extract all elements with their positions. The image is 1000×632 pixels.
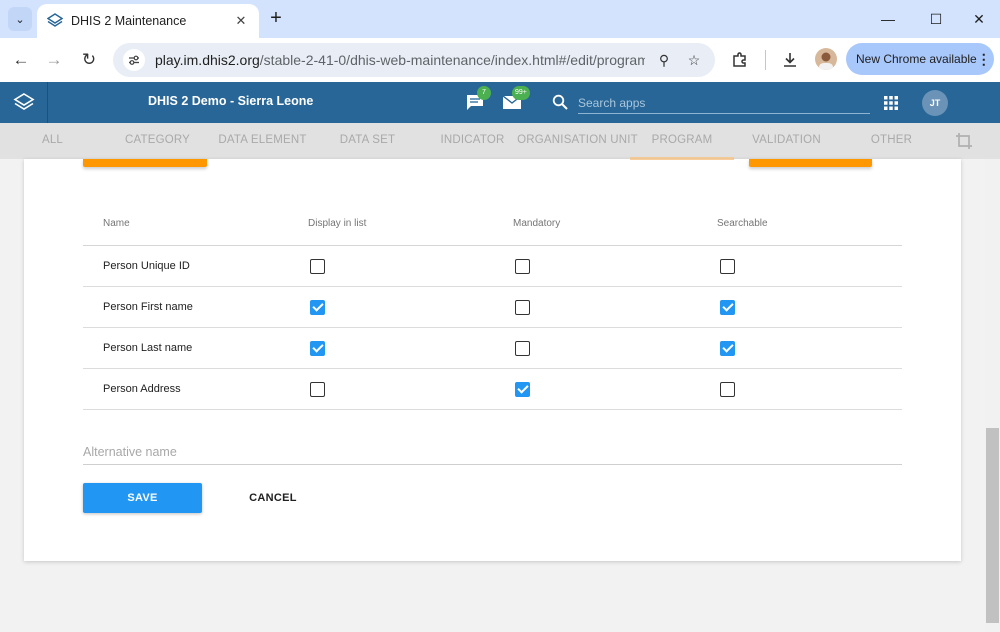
alternative-name-input[interactable] bbox=[83, 439, 902, 465]
attribute-name: Person First name bbox=[103, 301, 193, 313]
searchable-checkbox[interactable] bbox=[720, 300, 735, 315]
save-button[interactable]: SAVE bbox=[83, 483, 202, 513]
page-scrollbar-thumb[interactable] bbox=[986, 428, 999, 623]
crop-icon[interactable] bbox=[955, 132, 973, 150]
display-in-list-checkbox[interactable] bbox=[310, 300, 325, 315]
dhis2-favicon-icon bbox=[47, 13, 63, 27]
more-vert-icon: ⋮ bbox=[976, 50, 991, 67]
tab-all[interactable]: ALL bbox=[0, 123, 105, 159]
searchable-checkbox[interactable] bbox=[720, 341, 735, 356]
mandatory-checkbox[interactable] bbox=[515, 259, 530, 274]
forward-arrow-icon[interactable]: → bbox=[42, 48, 66, 72]
new-tab-button[interactable]: + bbox=[266, 8, 286, 28]
program-attributes-table: Name Display in list Mandatory Searchabl… bbox=[83, 203, 902, 410]
apps-grid-icon[interactable] bbox=[883, 95, 899, 111]
searchable-checkbox[interactable] bbox=[720, 382, 735, 397]
cancel-button[interactable]: CANCEL bbox=[232, 483, 314, 513]
dhis2-logo[interactable] bbox=[0, 82, 48, 123]
site-info-icon[interactable] bbox=[123, 49, 145, 71]
dhis2-header-bar: DHIS 2 Demo - Sierra Leone 7 99+ JT bbox=[0, 82, 1000, 123]
interpretations-badge: 7 bbox=[477, 86, 491, 100]
attribute-name: Person Unique ID bbox=[103, 260, 190, 272]
attribute-name: Person Address bbox=[103, 383, 181, 395]
table-row: Person Last name bbox=[83, 328, 902, 369]
display-in-list-checkbox[interactable] bbox=[310, 259, 325, 274]
program-attributes-card: Name Display in list Mandatory Searchabl… bbox=[24, 159, 961, 561]
browser-tab-strip: ⌄ DHIS 2 Maintenance ✕ + — ☐ ✕ bbox=[0, 0, 1000, 38]
tab-search-button[interactable]: ⌄ bbox=[8, 7, 32, 31]
reload-icon[interactable]: ↻ bbox=[77, 48, 101, 72]
chrome-update-button[interactable]: New Chrome available ⋮ bbox=[846, 43, 994, 75]
tab-category[interactable]: CATEGORY bbox=[105, 123, 210, 159]
zoom-search-icon[interactable]: ⚲ bbox=[653, 52, 675, 69]
mandatory-checkbox[interactable] bbox=[515, 382, 530, 397]
tab-indicator[interactable]: INDICATOR bbox=[420, 123, 525, 159]
window-close-icon[interactable]: ✕ bbox=[967, 8, 991, 30]
download-icon[interactable] bbox=[778, 48, 802, 72]
display-in-list-checkbox[interactable] bbox=[310, 341, 325, 356]
tab-data-element[interactable]: DATA ELEMENT bbox=[210, 123, 315, 159]
user-profile-avatar[interactable]: JT bbox=[922, 90, 948, 116]
minimize-icon[interactable]: — bbox=[876, 8, 900, 30]
extensions-puzzle-icon[interactable] bbox=[728, 48, 752, 72]
browser-tab-active[interactable]: DHIS 2 Maintenance ✕ bbox=[37, 4, 259, 38]
remove-attribute-button-edge[interactable] bbox=[749, 159, 872, 167]
table-row: Person Address bbox=[83, 369, 902, 410]
table-row: Person First name bbox=[83, 287, 902, 328]
close-icon[interactable]: ✕ bbox=[233, 13, 249, 29]
search-icon bbox=[552, 94, 568, 110]
tab-validation[interactable]: VALIDATION bbox=[734, 123, 839, 159]
address-bar[interactable]: play.im.dhis2.org/stable-2-41-0/dhis-web… bbox=[113, 43, 715, 77]
tab-other[interactable]: OTHER bbox=[839, 123, 944, 159]
browser-tab-title: DHIS 2 Maintenance bbox=[71, 14, 187, 28]
column-header-name: Name bbox=[103, 218, 130, 229]
column-header-mandatory: Mandatory bbox=[513, 218, 561, 229]
dhis2-logo-icon bbox=[12, 92, 35, 110]
maximize-icon[interactable]: ☐ bbox=[924, 8, 948, 30]
back-arrow-icon[interactable]: ← bbox=[9, 48, 33, 72]
tab-program[interactable]: PROGRAM bbox=[630, 123, 734, 159]
instance-title: DHIS 2 Demo - Sierra Leone bbox=[148, 94, 314, 108]
column-header-searchable: Searchable bbox=[717, 218, 768, 229]
app-search bbox=[552, 90, 872, 116]
messages-badge: 99+ bbox=[512, 86, 530, 100]
toolbar-divider bbox=[765, 50, 766, 70]
assign-attribute-button-edge[interactable] bbox=[83, 159, 207, 167]
url-text: play.im.dhis2.org/stable-2-41-0/dhis-web… bbox=[155, 52, 645, 68]
searchable-checkbox[interactable] bbox=[720, 259, 735, 274]
mandatory-checkbox[interactable] bbox=[515, 341, 530, 356]
tab-organisation-unit[interactable]: ORGANISATION UNIT bbox=[515, 123, 640, 159]
column-header-display-in-list: Display in list bbox=[308, 218, 367, 229]
section-tab-bar: ALL CATEGORY DATA ELEMENT DATA SET INDIC… bbox=[0, 123, 1000, 159]
table-header-row: Name Display in list Mandatory Searchabl… bbox=[83, 203, 902, 246]
section-divider-accent bbox=[630, 159, 734, 160]
display-in-list-checkbox[interactable] bbox=[310, 382, 325, 397]
chrome-profile-avatar[interactable] bbox=[815, 48, 837, 70]
star-bookmark-icon[interactable]: ☆ bbox=[683, 52, 705, 69]
tab-data-set[interactable]: DATA SET bbox=[315, 123, 420, 159]
chevron-down-icon: ⌄ bbox=[15, 13, 25, 26]
attribute-name: Person Last name bbox=[103, 342, 193, 354]
search-apps-input[interactable] bbox=[578, 92, 870, 114]
table-row: Person Unique ID bbox=[83, 246, 902, 287]
mandatory-checkbox[interactable] bbox=[515, 300, 530, 315]
